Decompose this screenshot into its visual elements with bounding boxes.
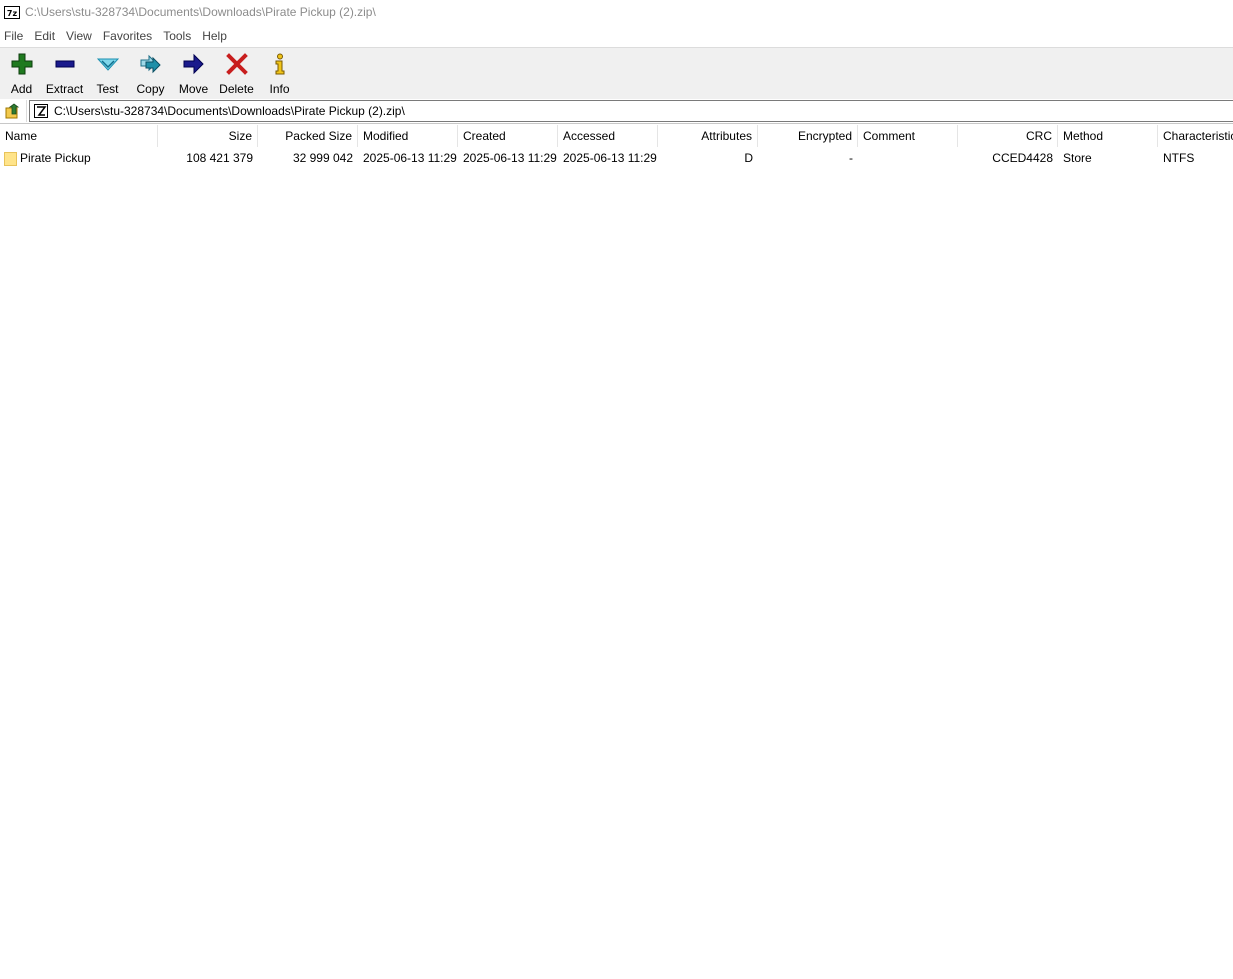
column-header-encrypted[interactable]: Encrypted bbox=[758, 125, 858, 147]
menu-help[interactable]: Help bbox=[198, 26, 234, 46]
cell-name: Pirate Pickup bbox=[0, 148, 158, 169]
cell-attributes: D bbox=[744, 151, 753, 165]
column-header-comment[interactable]: Comment bbox=[858, 125, 958, 147]
test-button-label: Test bbox=[96, 82, 119, 96]
move-button-label: Move bbox=[178, 82, 209, 96]
menu-view[interactable]: View bbox=[62, 26, 99, 46]
file-list-header: Name Size Packed Size Modified Created A… bbox=[0, 125, 1233, 147]
cell-accessed: 2025-06-13 11:29 bbox=[563, 151, 657, 165]
menu-bar: File Edit View Favorites Tools Help bbox=[0, 26, 1233, 46]
delete-button[interactable]: Delete bbox=[215, 48, 258, 99]
cell-size: 108 421 379 bbox=[186, 151, 253, 165]
folder-up-icon bbox=[5, 103, 20, 119]
copy-button[interactable]: Copy bbox=[129, 48, 172, 99]
column-header-characteristics[interactable]: Characteristics bbox=[1158, 125, 1233, 147]
column-header-accessed[interactable]: Accessed bbox=[558, 125, 658, 147]
add-button[interactable]: Add bbox=[0, 48, 43, 99]
column-header-packed-size[interactable]: Packed Size bbox=[258, 125, 358, 147]
cell-packed-size: 32 999 042 bbox=[292, 151, 353, 165]
title-bar: 7z C:\Users\stu-328734\Documents\Downloa… bbox=[0, 0, 1233, 24]
menu-tools[interactable]: Tools bbox=[159, 26, 198, 46]
column-header-attributes[interactable]: Attributes bbox=[658, 125, 758, 147]
cell-encrypted: - bbox=[849, 151, 853, 165]
column-header-crc[interactable]: CRC bbox=[958, 125, 1058, 147]
add-button-label: Add bbox=[10, 82, 33, 96]
path-text: C:\Users\stu-328734\Documents\Downloads\… bbox=[54, 104, 405, 118]
delete-button-label: Delete bbox=[219, 82, 254, 96]
archive-icon bbox=[34, 104, 48, 118]
table-row[interactable]: Pirate Pickup 108 421 379 32 999 042 202… bbox=[0, 148, 1233, 169]
info-button[interactable]: Info bbox=[258, 48, 301, 99]
column-header-size[interactable]: Size bbox=[158, 125, 258, 147]
double-arrow-icon bbox=[139, 53, 163, 75]
menu-file[interactable]: File bbox=[0, 26, 30, 46]
column-header-modified[interactable]: Modified bbox=[358, 125, 458, 147]
column-header-name[interactable]: Name bbox=[0, 125, 158, 147]
extract-button-label: Extract bbox=[45, 82, 84, 96]
toolbar: Add Extract Test Copy Move Delete Info bbox=[0, 47, 1233, 100]
cell-modified: 2025-06-13 11:29 bbox=[363, 151, 457, 165]
menu-edit[interactable]: Edit bbox=[30, 26, 62, 46]
cell-created: 2025-06-13 11:29 bbox=[463, 151, 557, 165]
cell-characteristics: NTFS bbox=[1163, 151, 1195, 165]
cell-comment bbox=[858, 148, 958, 169]
x-icon bbox=[225, 53, 249, 75]
cell-name-text: Pirate Pickup bbox=[20, 151, 91, 165]
info-icon bbox=[268, 53, 292, 75]
copy-button-label: Copy bbox=[136, 82, 165, 96]
folder-icon bbox=[4, 152, 17, 166]
column-header-method[interactable]: Method bbox=[1058, 125, 1158, 147]
test-button[interactable]: Test bbox=[86, 48, 129, 99]
7zip-app-icon: 7z bbox=[4, 5, 20, 19]
column-header-created[interactable]: Created bbox=[458, 125, 558, 147]
plus-icon bbox=[10, 53, 34, 75]
cell-method: Store bbox=[1063, 151, 1092, 165]
cell-crc: CCED4428 bbox=[992, 151, 1053, 165]
window-title: C:\Users\stu-328734\Documents\Downloads\… bbox=[25, 5, 376, 19]
folder-up-button[interactable] bbox=[0, 100, 27, 122]
extract-button[interactable]: Extract bbox=[43, 48, 86, 99]
path-input[interactable]: C:\Users\stu-328734\Documents\Downloads\… bbox=[29, 100, 1233, 122]
move-button[interactable]: Move bbox=[172, 48, 215, 99]
info-button-label: Info bbox=[269, 82, 290, 96]
menu-favorites[interactable]: Favorites bbox=[99, 26, 159, 46]
arrow-right-icon bbox=[182, 53, 206, 75]
address-bar: C:\Users\stu-328734\Documents\Downloads\… bbox=[0, 99, 1233, 124]
checkmark-icon bbox=[96, 53, 120, 75]
minus-icon bbox=[53, 53, 77, 75]
